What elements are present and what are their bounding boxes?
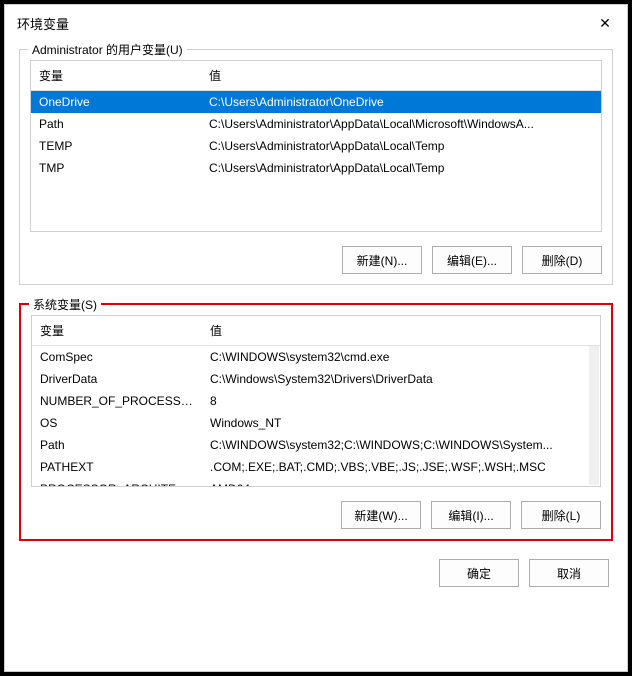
user-delete-button[interactable]: 删除(D) xyxy=(522,246,602,274)
user-vars-legend: Administrator 的用户变量(U) xyxy=(28,41,187,58)
system-vars-scroll[interactable]: 变量 值 ComSpecC:\WINDOWS\system32\cmd.exeD… xyxy=(32,316,600,486)
cell-name: NUMBER_OF_PROCESSORS xyxy=(32,390,202,412)
cell-value: C:\Users\Administrator\AppData\Local\Tem… xyxy=(201,157,601,179)
cell-value: C:\Users\Administrator\OneDrive xyxy=(201,91,601,114)
table-row[interactable]: TEMPC:\Users\Administrator\AppData\Local… xyxy=(31,135,601,157)
user-vars-group: Administrator 的用户变量(U) 变量 值 OneDriveC:\U… xyxy=(19,49,613,285)
cell-name: TEMP xyxy=(31,135,201,157)
cell-name: ComSpec xyxy=(32,346,202,369)
system-new-button[interactable]: 新建(W)... xyxy=(341,501,421,529)
env-vars-dialog: 环境变量 ✕ Administrator 的用户变量(U) 变量 值 OneDr… xyxy=(4,4,628,672)
cell-value: 8 xyxy=(202,390,600,412)
user-vars-scroll[interactable]: 变量 值 OneDriveC:\Users\Administrator\OneD… xyxy=(31,61,601,231)
col-header-name[interactable]: 变量 xyxy=(31,61,201,91)
table-row[interactable]: OSWindows_NT xyxy=(32,412,600,434)
user-vars-table-wrap: 变量 值 OneDriveC:\Users\Administrator\OneD… xyxy=(30,60,602,232)
cancel-button[interactable]: 取消 xyxy=(529,559,609,587)
system-vars-group: 系统变量(S) 变量 值 ComSpecC:\WINDOWS\system32\… xyxy=(19,303,613,541)
system-vars-table: 变量 值 ComSpecC:\WINDOWS\system32\cmd.exeD… xyxy=(32,316,600,486)
table-row[interactable]: PATHEXT.COM;.EXE;.BAT;.CMD;.VBS;.VBE;.JS… xyxy=(32,456,600,478)
cell-value: .COM;.EXE;.BAT;.CMD;.VBS;.VBE;.JS;.JSE;.… xyxy=(202,456,600,478)
col-header-value[interactable]: 值 xyxy=(201,61,601,91)
close-icon[interactable]: ✕ xyxy=(595,13,615,33)
cell-name: PATHEXT xyxy=(32,456,202,478)
table-row[interactable]: ComSpecC:\WINDOWS\system32\cmd.exe xyxy=(32,346,600,369)
cell-name: OneDrive xyxy=(31,91,201,114)
ok-button[interactable]: 确定 xyxy=(439,559,519,587)
titlebar: 环境变量 ✕ xyxy=(5,5,627,41)
user-vars-table: 变量 值 OneDriveC:\Users\Administrator\OneD… xyxy=(31,61,601,179)
cell-name: Path xyxy=(32,434,202,456)
cell-name: TMP xyxy=(31,157,201,179)
table-row[interactable]: OneDriveC:\Users\Administrator\OneDrive xyxy=(31,91,601,114)
user-new-button[interactable]: 新建(N)... xyxy=(342,246,422,274)
cell-name: OS xyxy=(32,412,202,434)
table-row[interactable]: PROCESSOR_ARCHITECT...AMD64 xyxy=(32,478,600,486)
cell-value: C:\Users\Administrator\AppData\Local\Mic… xyxy=(201,113,601,135)
user-edit-button[interactable]: 编辑(E)... xyxy=(432,246,512,274)
dialog-button-row: 确定 取消 xyxy=(19,559,613,591)
dialog-title: 环境变量 xyxy=(17,14,69,33)
user-vars-buttons: 新建(N)... 编辑(E)... 删除(D) xyxy=(30,246,602,274)
cell-value: Windows_NT xyxy=(202,412,600,434)
scrollbar-vertical[interactable] xyxy=(589,346,599,485)
cell-value: C:\WINDOWS\system32\cmd.exe xyxy=(202,346,600,369)
system-vars-buttons: 新建(W)... 编辑(I)... 删除(L) xyxy=(31,501,601,529)
cell-name: PROCESSOR_ARCHITECT... xyxy=(32,478,202,486)
table-row[interactable]: NUMBER_OF_PROCESSORS8 xyxy=(32,390,600,412)
table-row[interactable]: DriverDataC:\Windows\System32\Drivers\Dr… xyxy=(32,368,600,390)
cell-value: C:\Windows\System32\Drivers\DriverData xyxy=(202,368,600,390)
system-vars-table-wrap: 变量 值 ComSpecC:\WINDOWS\system32\cmd.exeD… xyxy=(31,315,601,487)
cell-value: AMD64 xyxy=(202,478,600,486)
cell-name: Path xyxy=(31,113,201,135)
system-edit-button[interactable]: 编辑(I)... xyxy=(431,501,511,529)
col-header-value[interactable]: 值 xyxy=(202,316,600,346)
col-header-name[interactable]: 变量 xyxy=(32,316,202,346)
table-row[interactable]: PathC:\Users\Administrator\AppData\Local… xyxy=(31,113,601,135)
dialog-content: Administrator 的用户变量(U) 变量 值 OneDriveC:\U… xyxy=(5,41,627,671)
cell-value: C:\WINDOWS\system32;C:\WINDOWS;C:\WINDOW… xyxy=(202,434,600,456)
cell-name: DriverData xyxy=(32,368,202,390)
table-row[interactable]: PathC:\WINDOWS\system32;C:\WINDOWS;C:\WI… xyxy=(32,434,600,456)
system-vars-legend: 系统变量(S) xyxy=(29,296,101,313)
cell-value: C:\Users\Administrator\AppData\Local\Tem… xyxy=(201,135,601,157)
system-delete-button[interactable]: 删除(L) xyxy=(521,501,601,529)
table-row[interactable]: TMPC:\Users\Administrator\AppData\Local\… xyxy=(31,157,601,179)
